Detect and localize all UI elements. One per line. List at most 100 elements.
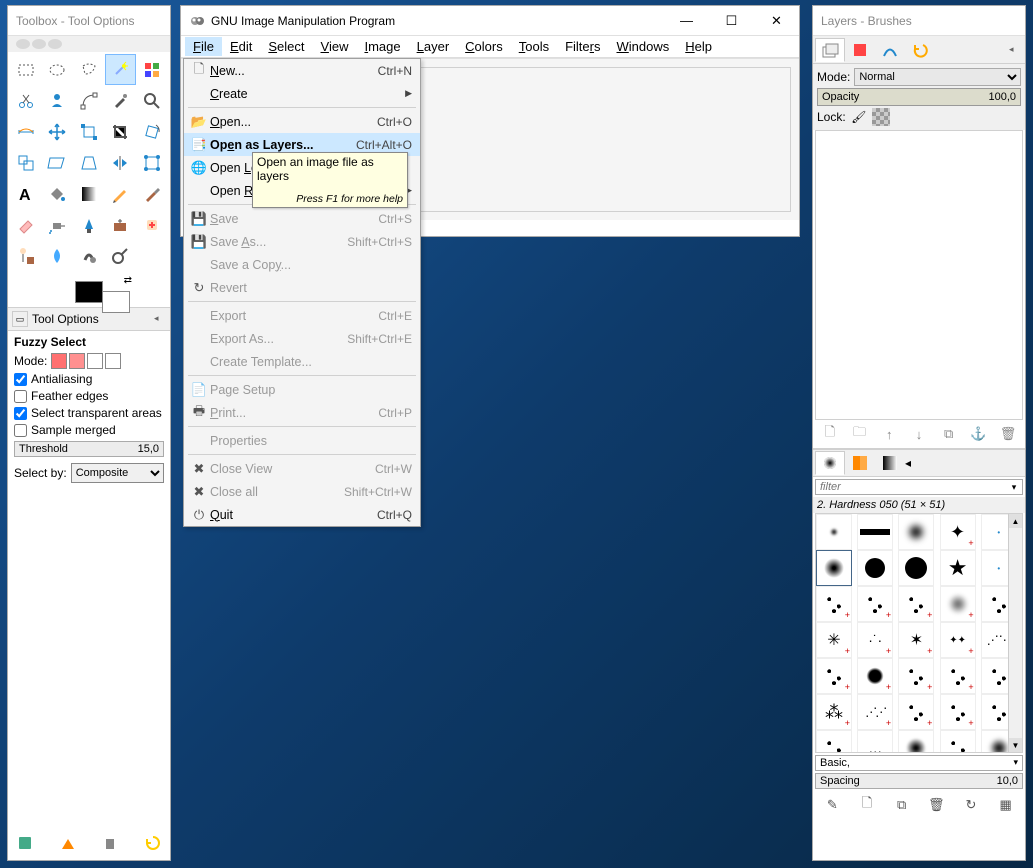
tool-bucket-fill[interactable]	[42, 178, 73, 209]
file-menu-close-view[interactable]: ✖Close ViewCtrl+W	[184, 457, 420, 480]
brush-item[interactable]: +	[898, 658, 934, 694]
tool-rect-select[interactable]	[10, 54, 41, 85]
duplicate-brush-button[interactable]: ⧉	[891, 795, 913, 815]
main-titlebar[interactable]: GNU Image Manipulation Program — ☐ ✕	[181, 6, 799, 36]
layers-tab[interactable]	[815, 38, 845, 62]
tool-zoom[interactable]	[136, 85, 167, 116]
tool-scissors[interactable]	[10, 85, 41, 116]
tool-text[interactable]: A	[10, 178, 41, 209]
mode-subtract[interactable]	[87, 353, 103, 369]
tool-align[interactable]	[73, 116, 104, 147]
brush-item[interactable]: +	[816, 658, 852, 694]
brush-item-selected[interactable]	[816, 550, 852, 586]
tool-color-picker[interactable]	[105, 85, 136, 116]
new-layer-button[interactable]: 🗋	[819, 424, 841, 444]
brushes-dock-config-icon[interactable]: ◂	[905, 456, 911, 470]
channels-tab[interactable]	[845, 38, 875, 62]
tool-blur[interactable]	[42, 240, 73, 271]
brush-scrollbar[interactable]: ▲ ▼	[1008, 514, 1022, 752]
tool-free-select[interactable]	[73, 54, 104, 85]
mode-replace[interactable]	[51, 353, 67, 369]
tool-perspective[interactable]	[73, 147, 104, 178]
select-by-dropdown[interactable]: Composite	[71, 463, 164, 483]
threshold-slider[interactable]: Threshold 15,0	[14, 441, 164, 457]
patterns-tab[interactable]	[845, 451, 875, 475]
anchor-layer-button[interactable]: ⚓	[967, 424, 989, 444]
foreground-color[interactable]	[75, 281, 103, 303]
menu-view[interactable]: View	[313, 37, 357, 56]
brush-item[interactable]	[816, 514, 852, 550]
tool-pencil[interactable]	[105, 178, 136, 209]
file-menu-save[interactable]: 💾SaveCtrl+S	[184, 207, 420, 230]
new-brush-button[interactable]: 🗋	[856, 795, 878, 815]
tool-paintbrush[interactable]	[136, 178, 167, 209]
tool-shear[interactable]	[42, 147, 73, 178]
menu-image[interactable]: Image	[356, 37, 408, 56]
layer-down-button[interactable]: ↓	[908, 424, 930, 444]
brush-item[interactable]	[857, 550, 893, 586]
file-menu-create[interactable]: Create▶	[184, 82, 420, 105]
scroll-up-icon[interactable]: ▲	[1009, 514, 1022, 528]
brush-preset-selector[interactable]: Basic, ▾	[815, 755, 1023, 771]
file-menu-page-setup[interactable]: 📄Page Setup	[184, 378, 420, 401]
tool-blend[interactable]	[73, 178, 104, 209]
tool-airbrush[interactable]	[42, 209, 73, 240]
swap-colors-icon[interactable]: ⇄	[124, 275, 132, 286]
tool-ink[interactable]	[73, 209, 104, 240]
delete-layer-button[interactable]: 🗑	[997, 424, 1019, 444]
brush-item[interactable]: +	[898, 694, 934, 730]
brush-item[interactable]	[857, 514, 893, 550]
duplicate-layer-button[interactable]: ⧉	[938, 424, 960, 444]
file-menu-save-as[interactable]: 💾Save As...Shift+Ctrl+S	[184, 230, 420, 253]
delete-brush-button[interactable]: 🗑	[925, 795, 947, 815]
tool-scale[interactable]	[10, 147, 41, 178]
mode-add[interactable]	[69, 353, 85, 369]
sample-merged-checkbox[interactable]	[14, 424, 27, 437]
close-button[interactable]: ✕	[754, 6, 799, 35]
save-options-icon[interactable]	[14, 832, 36, 854]
file-menu-export[interactable]: ExportCtrl+E	[184, 304, 420, 327]
menu-colors[interactable]: Colors	[457, 37, 511, 56]
tool-move[interactable]	[42, 116, 73, 147]
menu-layer[interactable]: Layer	[409, 37, 458, 56]
tool-color-select[interactable]	[136, 54, 167, 85]
brush-item[interactable]: …+	[857, 730, 893, 753]
mode-intersect[interactable]	[105, 353, 121, 369]
file-menu-open[interactable]: 📂Open...Ctrl+O	[184, 110, 420, 133]
tool-fuzzy-select[interactable]	[105, 54, 136, 85]
scroll-down-icon[interactable]: ▼	[1009, 738, 1022, 752]
brush-item[interactable]: +	[940, 658, 976, 694]
brush-item[interactable]: +	[816, 586, 852, 622]
tool-heal[interactable]	[136, 209, 167, 240]
lock-pixels-icon[interactable]: 🖌	[850, 108, 868, 126]
reset-options-icon[interactable]	[142, 832, 164, 854]
brushes-tab[interactable]	[815, 451, 845, 475]
tool-dodge-burn[interactable]	[105, 240, 136, 271]
brush-item[interactable]: +	[940, 730, 976, 753]
brush-item[interactable]	[898, 514, 934, 550]
file-menu-quit[interactable]: ⏻QuitCtrl+Q	[184, 503, 420, 526]
brush-filter-input[interactable]	[816, 480, 1006, 494]
gradients-tab[interactable]	[875, 451, 905, 475]
brush-item[interactable]: +	[857, 658, 893, 694]
fg-bg-color-swatch[interactable]: ⇄	[8, 273, 170, 307]
brush-item[interactable]: ✶+	[898, 622, 934, 658]
brush-item[interactable]: +	[898, 730, 934, 753]
file-menu-close-all[interactable]: ✖Close allShift+Ctrl+W	[184, 480, 420, 503]
layer-list[interactable]	[815, 130, 1023, 420]
tool-cage[interactable]	[136, 147, 167, 178]
brush-item[interactable]	[898, 550, 934, 586]
brush-item[interactable]: ✳+	[816, 622, 852, 658]
brush-item[interactable]: +	[857, 586, 893, 622]
transparent-checkbox[interactable]	[14, 407, 27, 420]
file-menu-save-copy[interactable]: Save a Copy...	[184, 253, 420, 276]
brush-item[interactable]: ⋰⋰+	[857, 694, 893, 730]
tool-foreground-select[interactable]	[42, 85, 73, 116]
file-menu-new[interactable]: 🗋New...Ctrl+N	[184, 59, 420, 82]
layer-up-button[interactable]: ↑	[878, 424, 900, 444]
layer-group-button[interactable]: 🗀	[849, 424, 871, 444]
opacity-slider[interactable]: Opacity 100,0	[817, 88, 1021, 106]
maximize-button[interactable]: ☐	[709, 6, 754, 35]
brush-item[interactable]: ✦✦+	[940, 622, 976, 658]
menu-select[interactable]: Select	[260, 37, 312, 56]
